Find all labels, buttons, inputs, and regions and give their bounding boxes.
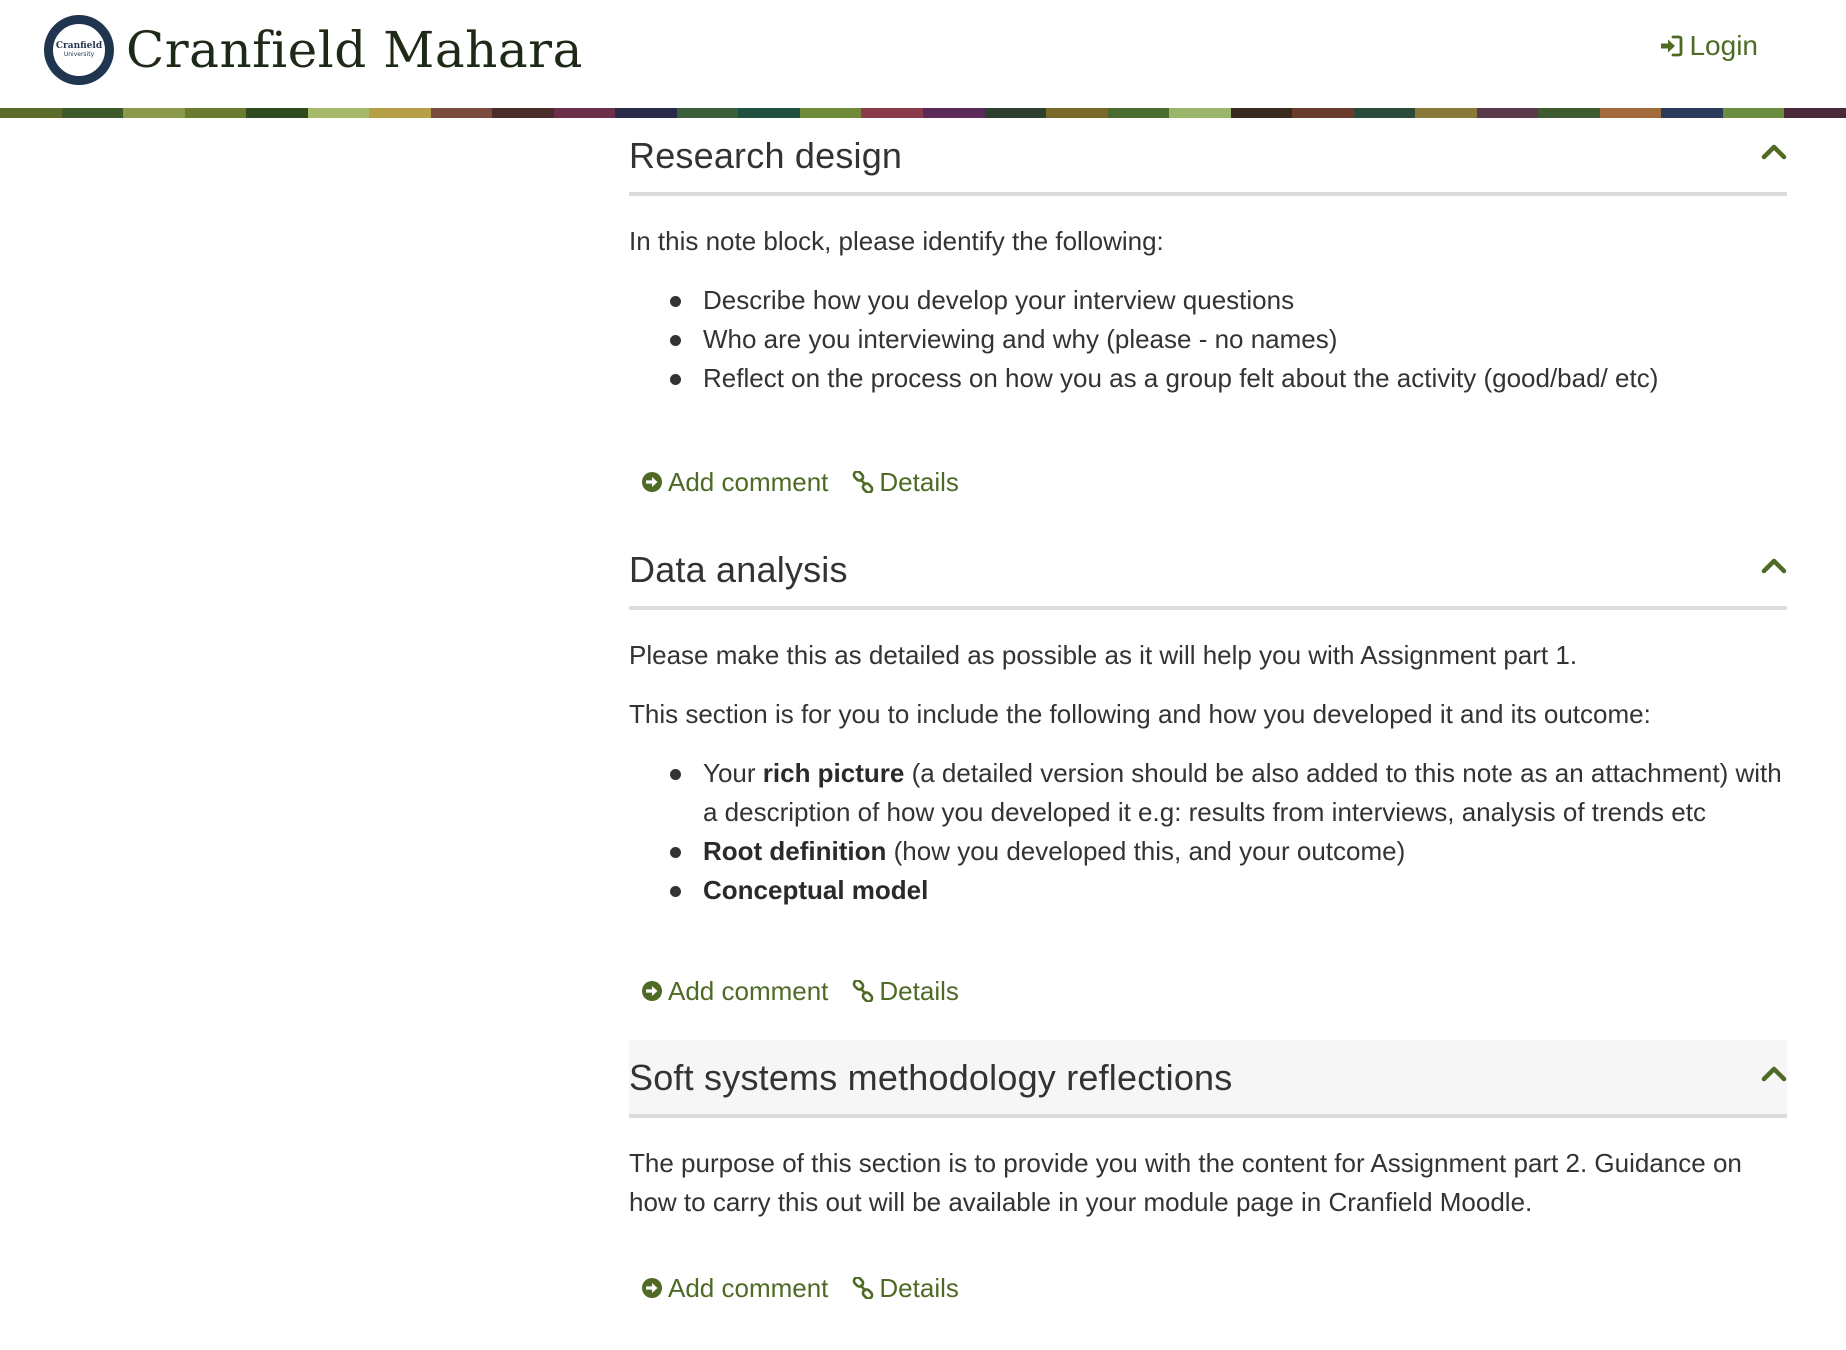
block-soft-systems-reflections: Soft systems methodology reflections The… (629, 1040, 1787, 1318)
details-label: Details (879, 975, 959, 1006)
bold-term: Conceptual model (703, 875, 929, 905)
bold-term: rich picture (762, 758, 905, 788)
add-comment-label: Add comment (668, 466, 829, 497)
site-title: Cranfield Mahara (126, 21, 583, 79)
bullet-item: Describe how you develop your interview … (670, 281, 1787, 320)
pattern-tile (1538, 108, 1600, 118)
pattern-tile (1599, 108, 1662, 118)
bullet-list: Describe how you develop your interview … (629, 281, 1787, 398)
arrow-circle-right-icon (641, 471, 663, 493)
chevron-up-icon[interactable] (1761, 140, 1787, 166)
block-paragraph: Please make this as detailed as possible… (629, 640, 1578, 670)
chevron-up-icon[interactable] (1761, 554, 1787, 580)
add-comment-button[interactable]: Add comment (641, 467, 828, 498)
block-title: Soft systems methodology reflections (629, 1057, 1233, 1098)
pattern-tile (1107, 108, 1170, 118)
pattern-tile (492, 108, 554, 118)
header-pattern-strip (0, 108, 1846, 118)
add-comment-button[interactable]: Add comment (641, 976, 828, 1007)
pattern-tile (1353, 108, 1416, 118)
bullet-item: Who are you interviewing and why (please… (670, 320, 1787, 359)
pattern-tile (430, 108, 493, 118)
pattern-tile (1046, 108, 1108, 118)
pattern-tile (1415, 108, 1477, 118)
block-actions: Add comment Details (629, 956, 1787, 1040)
page-content: Research design In this note block, plea… (629, 118, 1787, 1318)
pattern-tile (1292, 108, 1354, 118)
bullet-item: Root definition (how you developed this,… (670, 832, 1787, 871)
pattern-tile (123, 108, 185, 118)
cranfield-logo: Cranfield University (44, 15, 114, 85)
link-icon (852, 471, 874, 493)
pattern-tile (615, 108, 677, 118)
link-icon (852, 980, 874, 1002)
block-paragraph: This section is for you to include the f… (629, 699, 1651, 729)
block-title: Data analysis (629, 549, 848, 590)
block-research-design: Research design In this note block, plea… (629, 118, 1787, 532)
pattern-tile (307, 108, 370, 118)
bullet-list: Your rich picture (a detailed version sh… (629, 754, 1787, 910)
pattern-tile (676, 108, 739, 118)
block-actions: Add comment Details (629, 446, 1787, 532)
pattern-tile (799, 108, 862, 118)
logo-text-cranfield: Cranfield (55, 41, 103, 51)
bullet-item: Conceptual model (670, 871, 1787, 910)
pattern-tile (369, 108, 431, 118)
pattern-tile (1476, 108, 1539, 118)
pattern-tile (984, 108, 1047, 118)
logo-text-university: University (63, 51, 95, 58)
site-logo-link[interactable]: Cranfield University Cranfield Mahara (44, 14, 583, 86)
block-content: The purpose of this section is to provid… (629, 1118, 1787, 1258)
add-comment-label: Add comment (668, 1272, 829, 1303)
details-label: Details (879, 466, 959, 497)
arrow-circle-right-icon (641, 980, 663, 1002)
pattern-tile (184, 108, 247, 118)
pattern-tile (861, 108, 923, 118)
block-header: Data analysis (629, 532, 1787, 610)
pattern-tile (738, 108, 800, 118)
pattern-tile (1722, 108, 1785, 118)
arrow-circle-right-icon (641, 1277, 663, 1299)
details-link[interactable]: Details (852, 1272, 959, 1304)
details-link[interactable]: Details (852, 975, 959, 1007)
block-header: Research design (629, 118, 1787, 196)
login-label: Login (1689, 30, 1758, 61)
bold-term: Root definition (703, 836, 887, 866)
add-comment-label: Add comment (668, 975, 829, 1006)
pattern-tile (1230, 108, 1293, 118)
block-content: In this note block, please identify the … (629, 196, 1787, 446)
block-paragraph: In this note block, please identify the … (629, 226, 1164, 256)
block-header: Soft systems methodology reflections (629, 1040, 1787, 1118)
pattern-tile (1169, 108, 1231, 118)
pattern-tile (922, 108, 985, 118)
block-paragraph: The purpose of this section is to provid… (629, 1148, 1742, 1217)
block-content: Please make this as detailed as possible… (629, 610, 1787, 956)
pattern-tile (61, 108, 124, 118)
chevron-up-icon[interactable] (1761, 1062, 1787, 1088)
block-data-analysis: Data analysis Please make this as detail… (629, 532, 1787, 1040)
add-comment-button[interactable]: Add comment (641, 1273, 828, 1304)
bullet-item: Reflect on the process on how you as a g… (670, 359, 1787, 398)
pattern-tile (553, 108, 616, 118)
details-label: Details (879, 1272, 959, 1303)
bullet-item: Your rich picture (a detailed version sh… (670, 754, 1787, 832)
link-icon (852, 1277, 874, 1299)
pattern-tile (246, 108, 308, 118)
site-header: Cranfield University Cranfield Mahara Lo… (0, 0, 1846, 118)
pattern-tile (1661, 108, 1723, 118)
details-link[interactable]: Details (852, 466, 959, 498)
pattern-tile (0, 108, 62, 118)
sign-in-icon (1659, 35, 1683, 57)
block-title: Research design (629, 135, 903, 176)
login-link[interactable]: Login (1659, 30, 1758, 62)
pattern-tile (1784, 108, 1846, 118)
block-actions: Add comment Details (629, 1258, 1787, 1318)
